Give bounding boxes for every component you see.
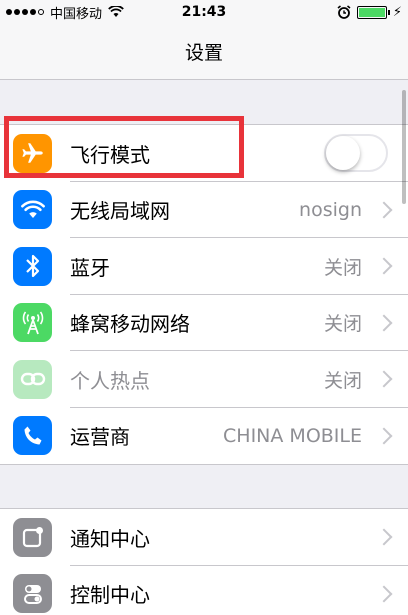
settings-row-personal-hotspot[interactable]: 个人热点 关闭 (0, 351, 408, 408)
battery-icon (356, 5, 390, 19)
signal-strength-icon (6, 9, 44, 15)
chevron-right-icon (375, 528, 393, 546)
row-value-cellular: 关闭 (323, 313, 362, 336)
notification-icon (13, 517, 52, 557)
row-value-bluetooth: 关闭 (323, 256, 362, 279)
control-center-icon (13, 574, 52, 614)
settings-row-cellular[interactable]: 蜂窝移动网络 关闭 (0, 295, 408, 351)
settings-group-connectivity: 飞行模式 无线局域网 nosign 蓝牙 关闭 蜂窝移动网络 关闭 个人热点 关… (0, 124, 408, 465)
navigation-bar: 设置 (0, 24, 408, 80)
toggle-knob (326, 136, 360, 171)
cellular-icon (13, 303, 52, 343)
status-bar: 中国移动 21:43 ⚡ (0, 0, 408, 24)
airplane-mode-toggle[interactable] (324, 134, 388, 173)
phone-icon (13, 416, 52, 456)
settings-row-bluetooth[interactable]: 蓝牙 关闭 (0, 238, 408, 295)
row-value-personal-hotspot: 关闭 (323, 369, 362, 392)
row-value-carrier: CHINA MOBILE (223, 424, 362, 447)
chevron-right-icon (375, 201, 393, 219)
settings-row-control-center[interactable]: 控制中心 (0, 566, 408, 615)
row-label-cellular: 蜂窝移动网络 (70, 312, 190, 337)
row-label-wifi: 无线局域网 (70, 199, 170, 224)
row-label-carrier: 运营商 (70, 425, 130, 450)
charging-icon: ⚡ (392, 4, 402, 20)
settings-row-carrier[interactable]: 运营商 CHINA MOBILE (0, 408, 408, 465)
row-label-bluetooth: 蓝牙 (70, 255, 110, 280)
settings-row-notification-center[interactable]: 通知中心 (0, 509, 408, 566)
status-time: 21:43 (181, 4, 227, 20)
row-label-airplane-mode: 飞行模式 (70, 142, 150, 167)
row-label-control-center: 控制中心 (70, 583, 150, 608)
chevron-right-icon (375, 585, 393, 603)
settings-row-airplane-mode: 飞行模式 (0, 125, 408, 182)
scroll-indicator (402, 90, 406, 204)
wifi-status-icon (108, 6, 124, 17)
alarm-icon (337, 5, 351, 19)
row-label-personal-hotspot: 个人热点 (70, 368, 150, 393)
page-title: 设置 (184, 42, 223, 64)
hotspot-icon (13, 359, 52, 399)
chevron-right-icon (375, 370, 393, 388)
wifi-icon (13, 190, 52, 230)
bluetooth-icon (13, 246, 52, 286)
airplane-icon (13, 133, 52, 173)
chevron-right-icon (375, 427, 393, 445)
carrier-name: 中国移动 (50, 6, 103, 22)
row-label-notification-center: 通知中心 (70, 526, 150, 551)
chevron-right-icon (375, 314, 393, 332)
chevron-right-icon (375, 257, 393, 275)
row-value-wifi: nosign (299, 198, 362, 221)
settings-group-system: 通知中心 控制中心 (0, 508, 408, 615)
settings-row-wifi[interactable]: 无线局域网 nosign (0, 182, 408, 238)
